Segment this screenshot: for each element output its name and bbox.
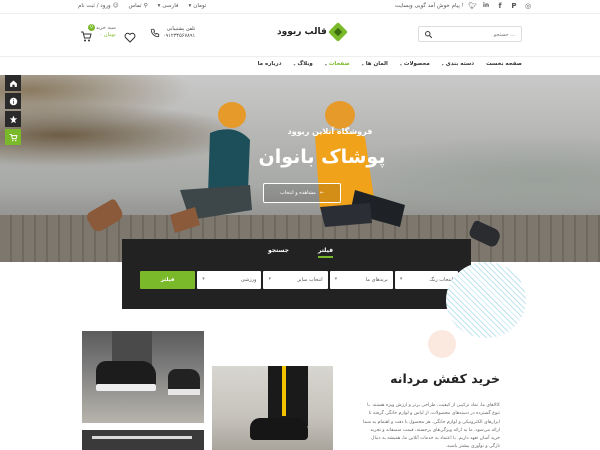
home-icon	[9, 80, 17, 87]
chevron-down-icon: ▾	[361, 61, 364, 67]
search-icon[interactable]	[424, 30, 433, 39]
star-icon	[9, 115, 17, 123]
star-tool-button[interactable]	[5, 111, 21, 127]
nav-item-blog[interactable]: وبلاگ ▾	[294, 61, 313, 67]
hero-subtitle: فروشگاه آنلاین ریوود	[287, 127, 373, 136]
hero-banner: فروشگاه آنلاین ریوود پوشاک بانوان مشاهده…	[0, 75, 600, 262]
pinterest-icon[interactable]: P	[510, 2, 518, 10]
hero-title: پوشاک بانوان	[258, 146, 386, 168]
twitter-icon[interactable]: 🐦︎	[468, 2, 477, 10]
contact-link[interactable]: ⚲ تماس	[128, 3, 147, 9]
nav-item-home[interactable]: صفحه نخست	[486, 61, 522, 67]
image-shoe	[96, 361, 156, 391]
phone-label: تلفن پشتیبانی	[166, 26, 196, 32]
image-shoe	[168, 369, 200, 395]
image-leg	[112, 331, 152, 365]
logo-mark-icon	[327, 22, 348, 42]
section-title: خرید کفش مردانه	[390, 371, 500, 386]
chevron-down-icon: ▾	[324, 61, 327, 67]
site-logo[interactable]: قالب ریوود	[277, 22, 348, 42]
brand-select[interactable]: برندهای ما ▾	[329, 271, 393, 289]
support-phone[interactable]: تلفن پشتیبانی ۰۹۱۲۳۴۵۶۷۸۹۱	[150, 26, 195, 40]
chevron-down-icon: ▾	[399, 276, 403, 282]
chevron-down-icon: ▾	[293, 61, 296, 67]
phone-icon	[150, 28, 160, 38]
site-header: 0 سبد خرید ۰ تومان تلفن پشتیبانی ۰۹۱۲۳۴۵…	[0, 14, 600, 56]
facebook-icon[interactable]: f	[496, 2, 504, 10]
chevron-down-icon: ▾	[334, 276, 338, 282]
nav-item-products[interactable]: محصولات ▾	[400, 61, 430, 67]
info-icon	[9, 97, 17, 105]
social-links: 🐦︎ in f P ◎	[468, 2, 532, 10]
cart-tool-button[interactable]	[5, 129, 21, 145]
info-tool-button[interactable]	[5, 93, 21, 109]
decorative-striped-circle	[446, 262, 526, 338]
search-input[interactable]	[435, 30, 515, 39]
location-icon: ⚲	[143, 3, 148, 9]
linkedin-icon[interactable]: in	[482, 2, 490, 10]
side-toolbar	[5, 75, 21, 147]
chevron-down-icon: ▾	[202, 276, 205, 282]
cart-price: ۰ تومان	[99, 32, 116, 38]
filter-tabs: فیلتر جستجو	[122, 247, 471, 261]
tab-filter[interactable]: فیلتر	[318, 247, 334, 258]
top-meta: تومان ▾ فارسی ▾ ⚲ تماس ☺ ورود / ثبت نام	[78, 3, 206, 9]
user-icon: ☺	[112, 3, 119, 9]
image-shoe	[250, 418, 308, 440]
top-bar: 🐦︎ in f P ◎ پیام خوش آمد گویی وبسایت ! ت…	[0, 0, 600, 14]
welcome-message: پیام خوش آمد گویی وبسایت !	[395, 3, 464, 9]
decorative-peach-circle	[428, 330, 456, 358]
chevron-down-icon: ▾	[441, 61, 444, 67]
main-nav: صفحه نخست دسته بندی ▾ محصولات ▾ المان ها ▾ …	[0, 56, 600, 72]
product-image-boots[interactable]	[212, 366, 333, 450]
tab-search[interactable]: جستجو	[268, 247, 289, 254]
product-image-partial[interactable]	[82, 430, 204, 450]
product-image-sneakers[interactable]	[82, 331, 204, 423]
nav-item-about[interactable]: درباره ما	[258, 61, 282, 67]
cart-button[interactable]: 0 سبد خرید ۰ تومان	[80, 23, 116, 41]
sport-select[interactable]: ورزشی ▾	[197, 271, 262, 289]
chevron-down-icon: ▾	[399, 61, 402, 67]
logo-text: قالب ریوود	[277, 27, 327, 37]
nav-item-elements[interactable]: المان ها ▾	[362, 61, 388, 67]
login-register-link[interactable]: ☺ ورود / ثبت نام	[78, 3, 118, 9]
arrow-left-icon: ←	[319, 190, 325, 196]
home-tool-button[interactable]	[5, 75, 21, 91]
search-box	[418, 26, 522, 42]
chevron-down-icon: ▾	[268, 276, 271, 282]
cart-icon: 0	[80, 23, 95, 41]
phone-number: ۰۹۱۲۳۴۵۶۷۸۹۱	[163, 33, 196, 39]
language-selector[interactable]: فارسی ▾	[158, 3, 179, 9]
nav-item-categories[interactable]: دسته بندی ▾	[442, 61, 474, 67]
filter-submit-button[interactable]: فیلتر	[140, 271, 196, 289]
chevron-down-icon: ▾	[157, 3, 161, 9]
cart-summary: سبد خرید ۰ تومان	[96, 25, 116, 39]
cart-label: سبد خرید	[96, 25, 116, 31]
nav-items: صفحه نخست دسته بندی ▾ محصولات ▾ المان ها ▾ …	[258, 61, 522, 67]
size-select[interactable]: انتخاب سایز ▾	[263, 271, 328, 289]
section-description: کالاهای ما، تماد ترکیبی از کیفیت، طراحی …	[363, 403, 500, 450]
hero-cta-button[interactable]: مشاهده و انتخاب ←	[263, 183, 341, 203]
nav-item-pages[interactable]: صفحات ▾	[325, 61, 350, 67]
phone-text: تلفن پشتیبانی ۰۹۱۲۳۴۵۶۷۸۹۱	[163, 26, 195, 40]
wishlist-icon[interactable]	[124, 28, 136, 43]
filter-row: فیلتر ورزشی ▾ انتخاب سایز ▾ برندهای ما ▾…	[140, 271, 458, 289]
filter-panel: فیلتر جستجو فیلتر ورزشی ▾ انتخاب سایز ▾ …	[122, 239, 471, 309]
image-leg	[268, 366, 308, 426]
currency-selector[interactable]: تومان ▾	[189, 3, 207, 9]
chevron-down-icon: ▾	[188, 3, 192, 9]
instagram-icon[interactable]: ◎	[524, 2, 532, 10]
cart-count-badge: 0	[88, 23, 95, 31]
cart-icon	[9, 133, 17, 141]
